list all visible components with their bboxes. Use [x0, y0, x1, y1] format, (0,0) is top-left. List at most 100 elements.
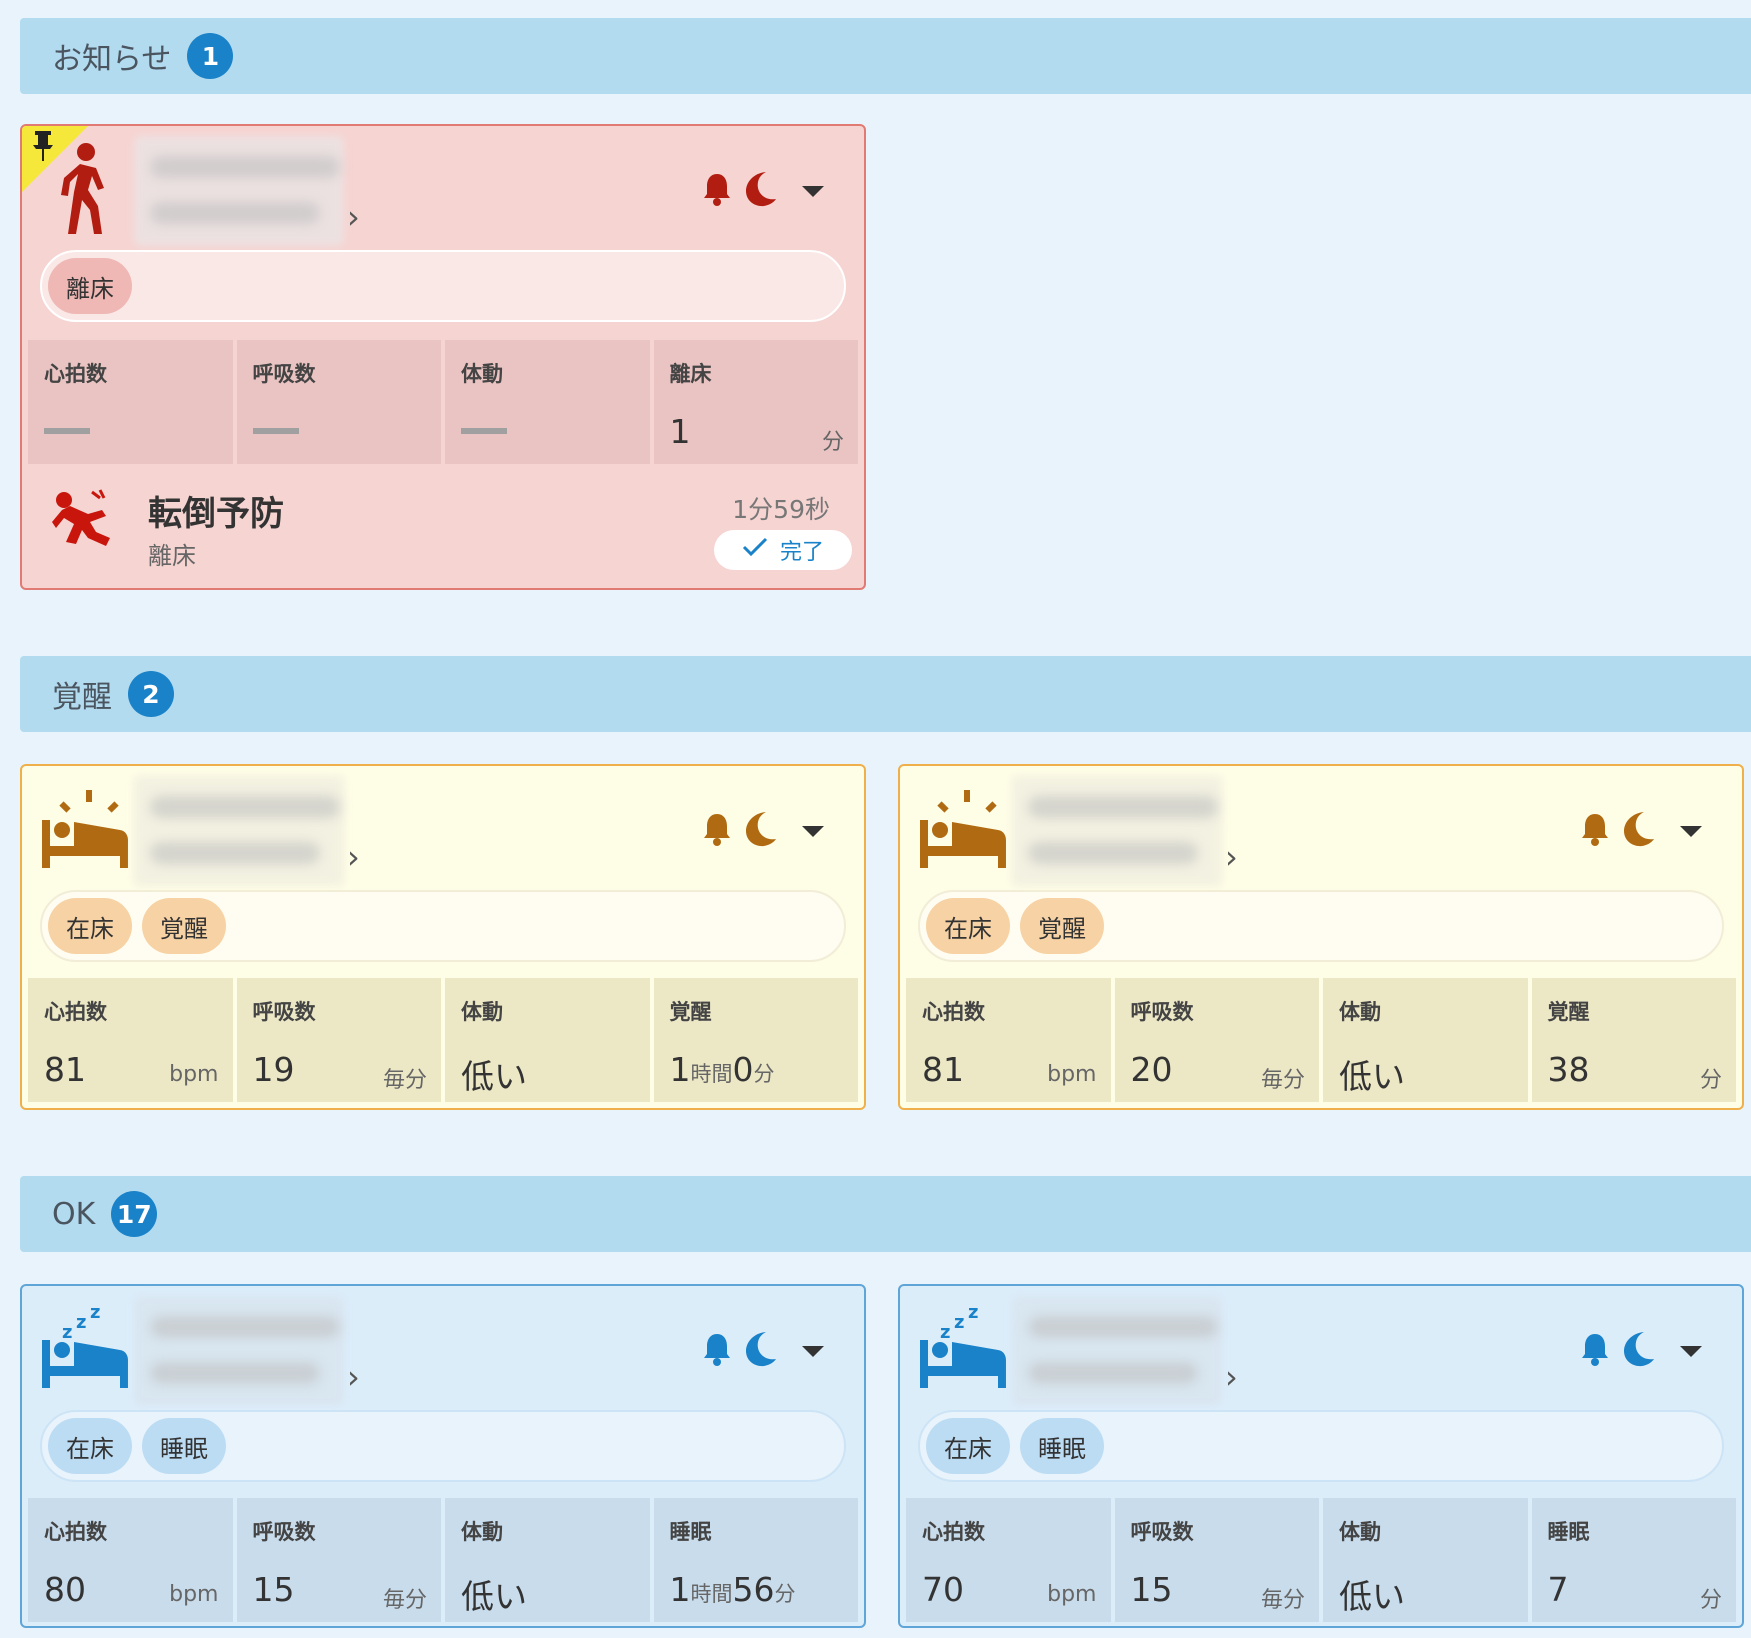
section-header-awake: 覚醒 2 — [20, 656, 1751, 732]
name-line — [1028, 1316, 1218, 1338]
stat-value: 15 — [252, 1570, 295, 1609]
stat-label: 心拍数 — [44, 1520, 107, 1544]
elapsed-time: 1分59秒 — [732, 495, 830, 524]
svg-text:z: z — [90, 1302, 100, 1323]
count-badge: 1 — [187, 33, 234, 79]
stat-value: 38 — [1547, 1050, 1590, 1089]
resident-card-awake[interactable]: › 在床 覚醒 心拍数 81 bpm 呼吸数 20 毎分 体動 低い 覚醒 38 — [898, 764, 1744, 1110]
moon-icon[interactable] — [744, 810, 778, 852]
bell-icon[interactable] — [702, 1332, 732, 1370]
stat-label: 体動 — [1339, 1520, 1381, 1544]
chevron-right-icon[interactable]: › — [347, 838, 360, 876]
stat-empty-dash — [44, 428, 90, 434]
check-icon — [742, 537, 768, 563]
stat-label: 心拍数 — [44, 362, 107, 386]
stat-label: 睡眠 — [1547, 1520, 1590, 1544]
resident-name-blurred — [134, 776, 344, 886]
chevron-right-icon[interactable]: › — [347, 198, 360, 236]
status-tag-bar: 在床 覚醒 — [40, 890, 846, 962]
stat-body-movement: 体動 — [445, 340, 650, 464]
stat-label: 呼吸数 — [252, 1520, 316, 1544]
moon-icon[interactable] — [744, 170, 778, 212]
stat-value: 15 — [1130, 1570, 1173, 1609]
stat-value: 1時間0分 — [670, 1050, 775, 1089]
stat-heart-rate: 心拍数 81 bpm — [906, 978, 1111, 1102]
stat-value: 81 — [922, 1050, 964, 1089]
room-line — [1028, 1362, 1198, 1384]
room-line — [150, 842, 320, 864]
stat-unit: 毎分 — [382, 1588, 427, 1613]
vital-stats: 心拍数 呼吸数 体動 離床 1 分 — [28, 340, 858, 464]
stat-label: 心拍数 — [922, 1000, 985, 1024]
svg-text:z: z — [76, 1312, 86, 1333]
stat-label: 睡眠 — [669, 1520, 712, 1544]
stat-label: 体動 — [1339, 1000, 1381, 1024]
stat-heart-rate: 心拍数 80 bpm — [28, 1498, 233, 1622]
hours-unit: 時間 — [690, 1062, 733, 1086]
resident-card-ok[interactable]: z z z › 在床 睡眠 心拍数 80 bpm 呼吸数 15 毎分 体動 低い… — [20, 1284, 866, 1628]
chevron-down-icon[interactable] — [1680, 826, 1702, 837]
bell-icon[interactable] — [702, 812, 732, 850]
alert-footer: 転倒予防 離床 1分59秒 完了 — [22, 468, 864, 584]
stat-value: 70 — [922, 1570, 964, 1609]
chevron-down-icon[interactable] — [802, 186, 824, 197]
stat-respiration: 呼吸数 19 毎分 — [236, 978, 441, 1102]
stat-label: 呼吸数 — [252, 1000, 316, 1024]
chevron-right-icon[interactable]: › — [347, 1358, 360, 1396]
duration-minutes: 56 — [732, 1570, 775, 1609]
stat-unit: bpm — [1047, 1062, 1097, 1087]
stat-unit: 毎分 — [1260, 1068, 1305, 1093]
status-tag: 離床 — [48, 258, 132, 314]
section-title: OK — [52, 1196, 96, 1232]
complete-button[interactable]: 完了 — [714, 530, 852, 570]
bell-icon[interactable] — [1580, 1332, 1610, 1370]
stat-body-movement: 体動 低い — [445, 1498, 650, 1622]
bed-awake-icon — [918, 780, 1008, 874]
bell-icon[interactable] — [702, 172, 732, 210]
chevron-right-icon[interactable]: › — [1225, 1358, 1238, 1396]
stat-unit: bpm — [1047, 1582, 1097, 1607]
walking-person-icon — [40, 138, 120, 242]
status-tag: 覚醒 — [1020, 898, 1104, 954]
stat-unit: 分 — [1699, 1588, 1722, 1613]
chevron-right-icon[interactable]: › — [1225, 838, 1238, 876]
resident-name-blurred — [134, 136, 344, 246]
status-tag: 睡眠 — [142, 1418, 226, 1474]
resident-card-ok[interactable]: z z z › 在床 睡眠 心拍数 70 bpm 呼吸数 15 毎分 体動 低い… — [898, 1284, 1744, 1628]
moon-icon[interactable] — [1622, 1330, 1656, 1372]
chevron-down-icon[interactable] — [1680, 1346, 1702, 1357]
stat-respiration: 呼吸数 — [236, 340, 441, 464]
stat-unit: 毎分 — [1260, 1588, 1305, 1613]
resident-name-blurred — [1012, 1296, 1222, 1406]
status-tag: 在床 — [926, 1418, 1010, 1474]
minutes-unit: 分 — [774, 1582, 796, 1606]
moon-icon[interactable] — [1622, 810, 1656, 852]
resident-name-blurred — [134, 1296, 344, 1406]
resident-card-awake[interactable]: › 在床 覚醒 心拍数 81 bpm 呼吸数 19 毎分 体動 低い 覚醒 1時… — [20, 764, 866, 1110]
bell-icon[interactable] — [1580, 812, 1610, 850]
stat-heart-rate: 心拍数 70 bpm — [906, 1498, 1111, 1622]
stat-unit: 毎分 — [382, 1068, 427, 1093]
stat-sleep-duration: 睡眠 1時間56分 — [653, 1498, 858, 1622]
status-tag: 在床 — [48, 898, 132, 954]
svg-text:z: z — [940, 1322, 950, 1343]
stat-value: 81 — [44, 1050, 86, 1089]
moon-icon[interactable] — [744, 1330, 778, 1372]
stat-heart-rate: 心拍数 — [28, 340, 233, 464]
resident-name-blurred — [1012, 776, 1222, 886]
resident-card-alert[interactable]: › 離床 心拍数 呼吸数 体動 離床 1 分 転倒予防 離床 1分59秒 完了 — [20, 124, 866, 590]
chevron-down-icon[interactable] — [802, 1346, 824, 1357]
status-tag: 覚醒 — [142, 898, 226, 954]
stat-unit: 分 — [821, 430, 844, 455]
room-line — [150, 202, 320, 224]
stat-unit: bpm — [169, 1062, 219, 1087]
stat-body-movement: 体動 低い — [1323, 1498, 1528, 1622]
stat-label: 覚醒 — [1547, 1000, 1590, 1024]
stat-value: 20 — [1130, 1050, 1173, 1089]
stat-label: 覚醒 — [669, 1000, 712, 1024]
stat-value: 低い — [1339, 1577, 1405, 1616]
chevron-down-icon[interactable] — [802, 826, 824, 837]
stat-respiration: 呼吸数 20 毎分 — [1114, 978, 1319, 1102]
svg-text:z: z — [62, 1322, 72, 1343]
status-tag-bar: 離床 — [40, 250, 846, 322]
